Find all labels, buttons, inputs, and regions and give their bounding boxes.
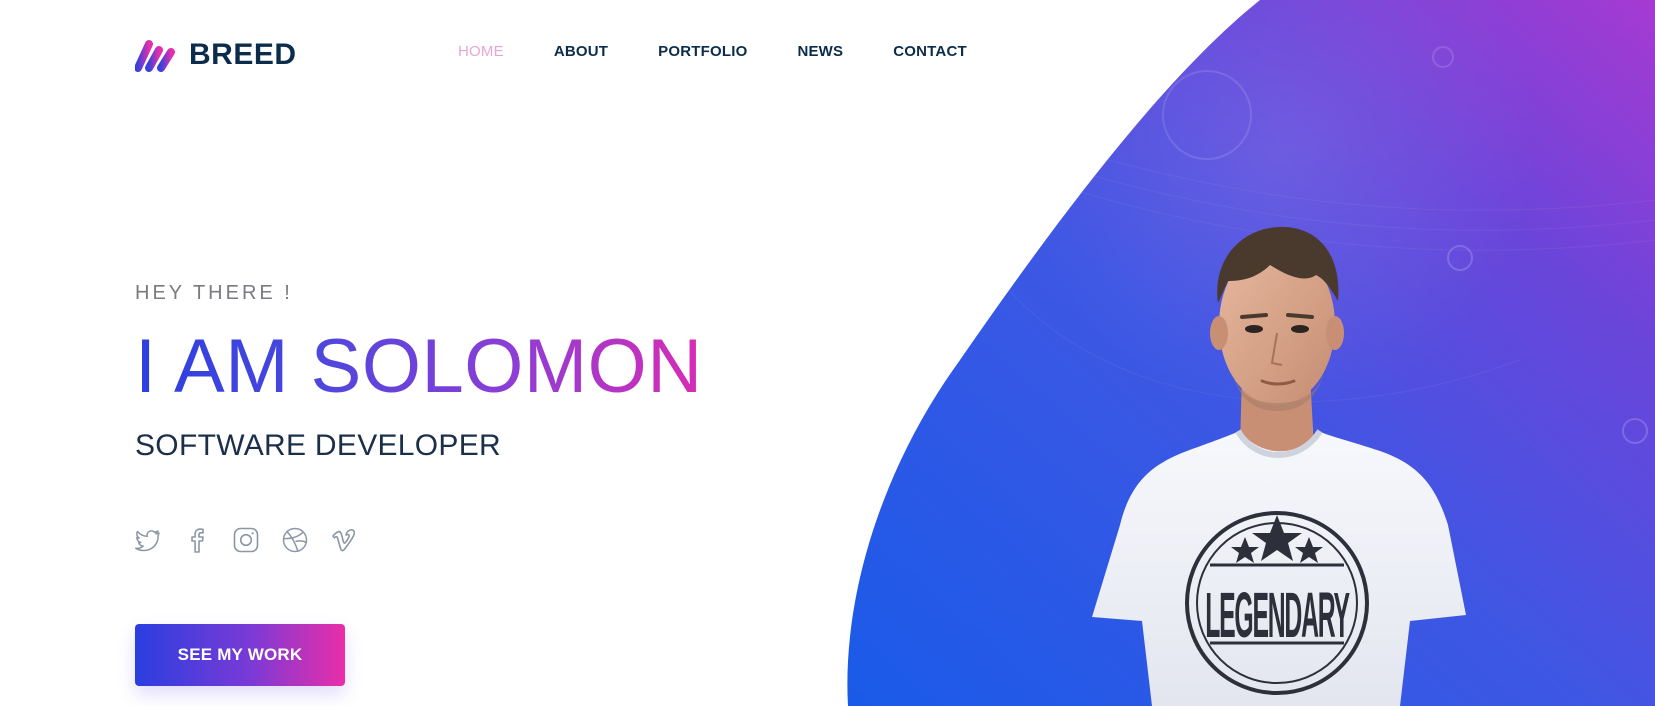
logo-mark-icon bbox=[135, 40, 175, 72]
nav-item-portfolio[interactable]: PORTFOLIO bbox=[658, 43, 747, 60]
dribbble-icon[interactable] bbox=[282, 527, 308, 553]
nav-item-home[interactable]: HOME bbox=[458, 43, 504, 60]
vimeo-icon[interactable] bbox=[331, 527, 357, 553]
hero-role: SOFTWARE DEVELOPER bbox=[135, 429, 502, 462]
twitter-icon[interactable] bbox=[135, 527, 161, 553]
site-header: BREED HOME ABOUT PORTFOLIO NEWS CONTACT bbox=[0, 0, 1655, 110]
instagram-icon[interactable] bbox=[233, 527, 259, 553]
nav-item-news[interactable]: NEWS bbox=[797, 43, 843, 60]
nav-item-contact[interactable]: CONTACT bbox=[893, 43, 967, 60]
profile-photo: LEGENDARY bbox=[1092, 226, 1466, 706]
see-my-work-button[interactable]: SEE MY WORK bbox=[135, 624, 345, 686]
social-links bbox=[135, 527, 357, 553]
facebook-icon[interactable] bbox=[184, 527, 210, 553]
brand-name: BREED bbox=[189, 38, 297, 71]
hero-greeting: HEY THERE ! bbox=[135, 282, 293, 304]
hero-headline: I AM SOLOMON bbox=[135, 324, 703, 409]
shirt-print-text: LEGENDARY bbox=[1205, 580, 1350, 651]
nav-item-about[interactable]: ABOUT bbox=[554, 43, 608, 60]
hero-section: HEY THERE ! I AM SOLOMON SOFTWARE DEVELO… bbox=[135, 282, 703, 463]
main-nav: HOME ABOUT PORTFOLIO NEWS CONTACT bbox=[458, 43, 967, 60]
brand-logo[interactable]: BREED bbox=[135, 38, 297, 72]
